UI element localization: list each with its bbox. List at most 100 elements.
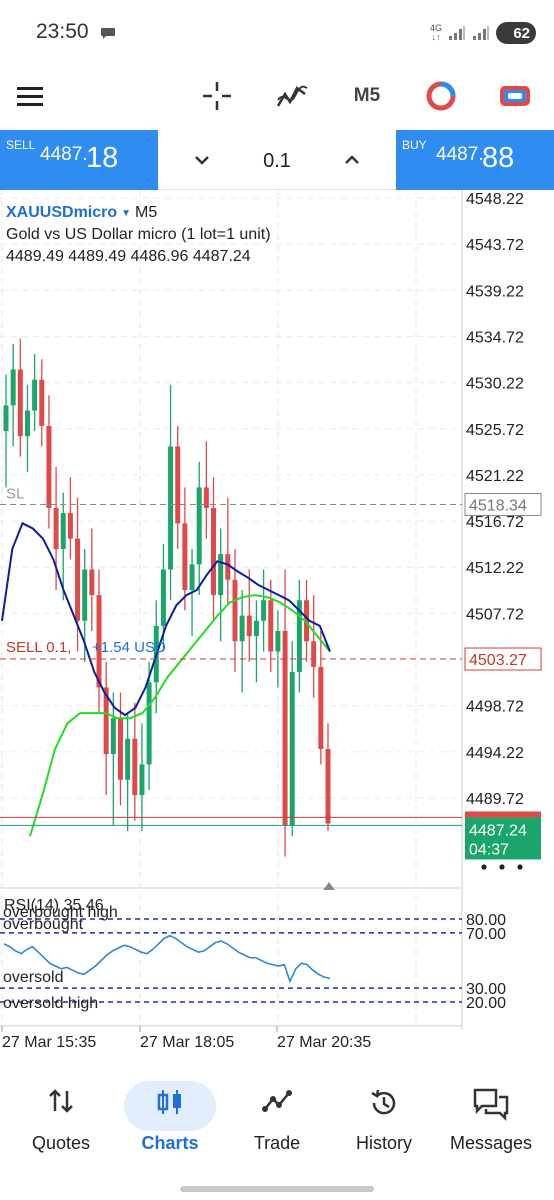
time-label: 27 Mar 15:35: [2, 1034, 96, 1051]
candle-body: [60, 513, 66, 549]
candle-body: [175, 446, 181, 524]
history-icon: [371, 1089, 396, 1115]
sl-price: 4518.34: [469, 497, 527, 514]
trade-levels-icon: [500, 86, 530, 106]
rsi-level-label: oversold high: [3, 995, 98, 1012]
menu-icon: [17, 87, 43, 106]
candle-body: [139, 764, 145, 796]
nav-trade-label: Trade: [253, 1133, 301, 1153]
chevron-up-icon[interactable]: [340, 148, 364, 172]
one-click-trade-panel: SELL 4487. 18 0.1 BUY 4487. 88: [0, 130, 554, 190]
sl-label: SL: [6, 485, 24, 502]
candle-body: [182, 523, 188, 590]
candle-body: [253, 620, 259, 637]
candle-body: [32, 379, 38, 411]
candle-body: [89, 569, 95, 596]
status-indicators: 4G ↓↑ 62: [430, 20, 536, 46]
price-tick-label: 4548.22: [466, 191, 524, 208]
candle-body: [117, 718, 123, 780]
nav-messages-label: Messages: [449, 1133, 533, 1153]
candle-body: [232, 579, 238, 642]
sell-label: SELL: [6, 138, 36, 152]
symbol-name[interactable]: XAUUSDmicro: [6, 204, 117, 222]
chart-area[interactable]: 4548.22 4543.72 4539.22 4534.72 4530.22 4525.…: [0, 190, 554, 1060]
nav-history-label: History: [355, 1133, 412, 1153]
nav-trade[interactable]: Trade: [222, 1075, 332, 1165]
price-tick-label: 4489.72: [466, 791, 524, 808]
time-label: 27 Mar 18:05: [140, 1034, 234, 1051]
candle-body: [246, 615, 252, 637]
signal-icon-2: [473, 26, 489, 40]
candle-body: [3, 405, 9, 432]
buy-label: BUY: [402, 138, 427, 152]
buy-button[interactable]: BUY 4487. 88: [396, 130, 554, 190]
candle-body: [110, 718, 116, 755]
rsi-level-value: 20.00: [466, 995, 506, 1012]
candle-body: [160, 569, 166, 626]
sell-price-big: 18: [86, 142, 119, 174]
candle-body: [39, 379, 45, 426]
more-dot: [481, 864, 487, 870]
scroll-marker: [323, 882, 335, 890]
candle-body: [46, 425, 52, 508]
candle-countdown: 04:37: [469, 841, 509, 858]
menu-button[interactable]: [12, 76, 48, 116]
rsi-level-label: overbought: [3, 916, 84, 933]
price-tick-label: 4543.72: [466, 237, 524, 254]
sell-button[interactable]: SELL 4487. 18: [0, 130, 158, 190]
candle-body: [53, 507, 59, 549]
price-tick-label: 4530.22: [466, 376, 524, 393]
symbol-header[interactable]: XAUUSDmicro ▼ M5: [6, 204, 157, 222]
more-dot: [517, 864, 523, 870]
indicators-button[interactable]: [272, 76, 312, 116]
candle-body: [67, 513, 73, 539]
candle-body: [311, 641, 317, 667]
candle-body: [211, 507, 217, 596]
nav-messages[interactable]: Messages: [436, 1075, 546, 1165]
price-tick-label: 4525.72: [466, 422, 524, 439]
buy-price-main: 4487.: [436, 144, 484, 165]
sell-price-main: 4487.: [40, 144, 88, 165]
nav-quotes[interactable]: Quotes: [6, 1075, 116, 1165]
candle-body: [282, 631, 288, 826]
status-bar: 23:50 4G ↓↑ 62: [0, 0, 554, 64]
rsi-level-label: oversold: [3, 969, 63, 986]
lot-size-control: 0.1: [158, 130, 396, 190]
price-chart[interactable]: 4548.22 4543.72 4539.22 4534.72 4530.22 4525.…: [0, 190, 554, 1060]
crosshair-button[interactable]: [197, 76, 237, 116]
nav-charts-label: Charts: [141, 1133, 199, 1153]
candle-body: [218, 554, 224, 596]
price-tick-label: 4498.72: [466, 699, 524, 716]
candle-body: [318, 666, 324, 749]
candle-body: [325, 748, 331, 824]
timeframe-button[interactable]: M5: [346, 76, 388, 116]
ohlc-values: 4489.49 4489.49 4486.96 4487.24: [6, 248, 251, 265]
nav-history[interactable]: History: [329, 1075, 439, 1165]
ask-price-box: [465, 811, 541, 818]
candle-body: [24, 410, 30, 437]
price-tick-label: 4521.22: [466, 468, 524, 485]
chat-bubble-icon: [101, 28, 115, 39]
more-dot: [499, 864, 505, 870]
chart-toolbar: M5: [0, 64, 554, 128]
network-type: 4G ↓↑: [429, 23, 442, 42]
home-indicator: [180, 1186, 374, 1192]
candle-body: [125, 738, 131, 780]
candle-body: [268, 600, 274, 652]
trade-icon: [262, 1090, 292, 1112]
symbol-dropdown-icon[interactable]: ▼: [121, 208, 131, 219]
nav-charts[interactable]: Charts: [115, 1075, 225, 1165]
candle-body: [132, 738, 138, 796]
candle-body: [10, 369, 16, 406]
messages-icon: [473, 1088, 509, 1121]
battery-indicator: 62: [496, 22, 536, 44]
candle-body: [82, 569, 88, 621]
time-label: 27 Mar 20:35: [277, 1034, 371, 1051]
trade-levels-button[interactable]: [494, 76, 536, 116]
status-time: 23:50: [36, 20, 89, 43]
one-click-trading-button[interactable]: [420, 76, 462, 116]
symbol-timeframe: M5: [135, 204, 158, 221]
bottom-navigation: Quotes Charts Trade History Messages: [0, 1075, 554, 1175]
position-price: 4503.27: [469, 652, 527, 669]
candle-body: [261, 600, 267, 621]
